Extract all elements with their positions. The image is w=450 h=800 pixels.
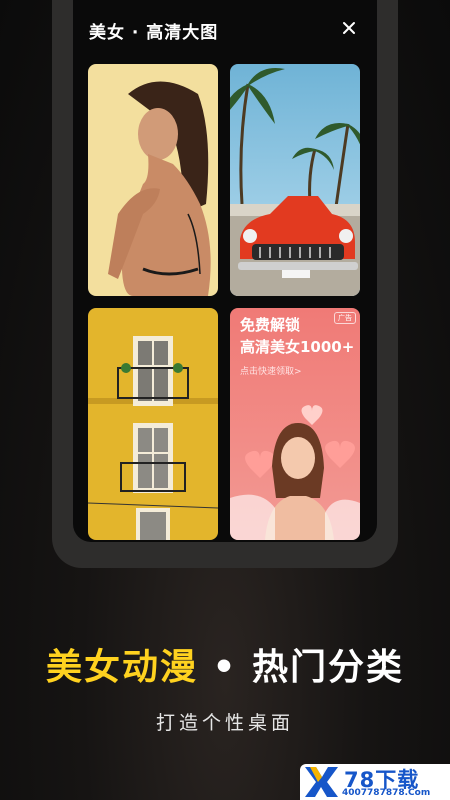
page-title: 美女 · 高清大图 xyxy=(89,23,219,43)
promo-claim-link[interactable]: 点击快速领取> xyxy=(240,364,302,377)
ad-badge: 广告 xyxy=(334,312,356,324)
close-button[interactable] xyxy=(335,14,363,42)
watermark: 78下载 4007787878.Com xyxy=(300,764,450,800)
portrait-woman-photo[interactable] xyxy=(88,64,218,296)
headline-separator: • xyxy=(197,647,253,688)
headline-part-a: 美女动漫 xyxy=(45,647,198,688)
yellow-building-windows-photo[interactable] xyxy=(88,308,218,540)
promo-title: 免费解锁 xyxy=(240,316,301,334)
promo-banner[interactable]: 广告 免费解锁 高清美女1000+ 点击快速领取> xyxy=(230,308,360,540)
headline: 美女动漫 • 热门分类 xyxy=(0,638,450,690)
tagline: 打造个性桌面 xyxy=(155,712,294,734)
close-icon xyxy=(343,22,355,34)
watermark-url: 4007787878.Com xyxy=(342,788,431,798)
headline-part-b: 热门分类 xyxy=(252,647,405,688)
promo-subtitle: 高清美女1000+ xyxy=(240,338,355,356)
red-vintage-car-palm-trees-photo[interactable] xyxy=(230,64,360,296)
x-logo-icon xyxy=(305,767,338,797)
phone-screen: 美女 · 高清大图 广告 免费解锁 高清美女1000+ 点击快速领取> xyxy=(73,0,377,542)
app-header: 美女 · 高清大图 xyxy=(73,0,377,62)
